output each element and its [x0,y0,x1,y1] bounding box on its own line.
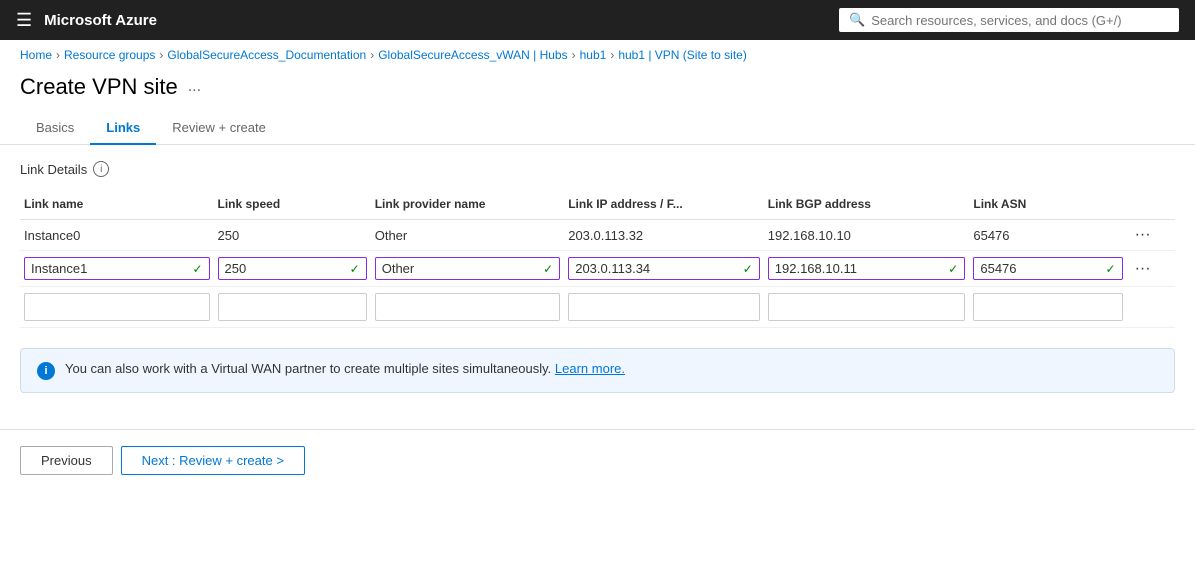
app-title: Microsoft Azure [44,12,827,29]
row2-ip-input-wrapper[interactable] [568,293,760,321]
row0-actions: ··· [1127,220,1175,251]
col-header-link-bgp: Link BGP address [764,189,970,220]
row1-provider-cell: ✓ [371,251,565,287]
row1-actions: ··· [1127,251,1175,287]
col-header-link-provider: Link provider name [371,189,565,220]
row2-name-input[interactable] [31,300,203,315]
tab-bar: Basics Links Review + create [0,112,1195,145]
row0-asn: 65476 [969,220,1126,251]
previous-button[interactable]: Previous [20,446,113,475]
row0-bgp: 192.168.10.10 [764,220,970,251]
row1-bgp-check-icon: ✓ [948,262,958,276]
row1-name-input-wrapper[interactable]: ✓ [24,257,210,280]
section-label: Link Details i [20,161,1175,177]
tab-links[interactable]: Links [90,112,156,145]
hamburger-icon[interactable]: ☰ [16,10,32,31]
row2-bgp-input[interactable] [775,300,959,315]
row2-asn-cell [969,287,1126,328]
footer: Previous Next : Review + create > [0,429,1195,491]
col-header-link-ip: Link IP address / F... [564,189,764,220]
row2-asn-input-wrapper[interactable] [973,293,1122,321]
row2-speed-cell [214,287,371,328]
row2-bgp-cell [764,287,970,328]
link-details-label: Link Details [20,162,87,177]
page-title: Create VPN site [20,74,178,100]
info-banner: i You can also work with a Virtual WAN p… [20,348,1175,393]
breadcrumb-gsa-docs[interactable]: GlobalSecureAccess_Documentation [167,48,366,62]
tab-review-create[interactable]: Review + create [156,112,282,145]
row1-provider-check-icon: ✓ [543,262,553,276]
col-header-link-asn: Link ASN [969,189,1126,220]
table-row: Instance0 250 Other 203.0.113.32 192.168… [20,220,1175,251]
row2-provider-cell [371,287,565,328]
info-banner-icon: i [37,362,55,380]
link-table: Link name Link speed Link provider name … [20,189,1175,328]
row2-ip-cell [564,287,764,328]
table-row: ✓ ✓ ✓ [20,251,1175,287]
info-banner-text: You can also work with a Virtual WAN par… [65,361,625,376]
row1-speed-check-icon: ✓ [350,262,360,276]
breadcrumb: Home › Resource groups › GlobalSecureAcc… [0,40,1195,70]
row2-ip-input[interactable] [575,300,753,315]
breadcrumb-gsa-vwan[interactable]: GlobalSecureAccess_vWAN | Hubs [378,48,567,62]
col-header-link-speed: Link speed [214,189,371,220]
row2-bgp-input-wrapper[interactable] [768,293,966,321]
info-icon[interactable]: i [93,161,109,177]
row1-dots-menu[interactable]: ··· [1131,260,1155,277]
row2-actions [1127,287,1175,328]
row1-asn-check-icon: ✓ [1106,262,1116,276]
page-header: Create VPN site ... [0,70,1195,112]
row1-speed-input-wrapper[interactable]: ✓ [218,257,367,280]
row1-name-check-icon: ✓ [192,262,202,276]
row1-ip-check-icon: ✓ [743,262,753,276]
table-header-row: Link name Link speed Link provider name … [20,189,1175,220]
info-banner-link[interactable]: Learn more. [555,361,625,376]
breadcrumb-resource-groups[interactable]: Resource groups [64,48,155,62]
row1-name-input[interactable] [31,261,188,276]
breadcrumb-home[interactable]: Home [20,48,52,62]
search-icon: 🔍 [849,12,865,28]
row1-asn-input-wrapper[interactable]: ✓ [973,257,1122,280]
row1-provider-input-wrapper[interactable]: ✓ [375,257,561,280]
row1-ip-input[interactable] [575,261,738,276]
row0-dots-menu[interactable]: ··· [1131,226,1155,243]
page-more-button[interactable]: ... [188,78,201,96]
row1-ip-input-wrapper[interactable]: ✓ [568,257,760,280]
row2-provider-input-wrapper[interactable] [375,293,561,321]
row1-provider-input[interactable] [382,261,539,276]
row1-speed-cell: ✓ [214,251,371,287]
row1-bgp-input-wrapper[interactable]: ✓ [768,257,966,280]
row1-bgp-input[interactable] [775,261,945,276]
breadcrumb-vpn[interactable]: hub1 | VPN (Site to site) [618,48,747,62]
col-header-link-name: Link name [20,189,214,220]
row0-name: Instance0 [20,220,214,251]
row1-asn-cell: ✓ [969,251,1126,287]
breadcrumb-hub1[interactable]: hub1 [580,48,607,62]
row2-name-input-wrapper[interactable] [24,293,210,321]
next-button[interactable]: Next : Review + create > [121,446,305,475]
row2-name-cell [20,287,214,328]
row2-speed-input-wrapper[interactable] [218,293,367,321]
row2-asn-input[interactable] [980,300,1115,315]
tab-basics[interactable]: Basics [20,112,90,145]
topbar: ☰ Microsoft Azure 🔍 [0,0,1195,40]
row0-ip: 203.0.113.32 [564,220,764,251]
search-box[interactable]: 🔍 [839,8,1179,32]
main-content: Link Details i Link name Link speed Link… [0,145,1195,429]
col-header-actions [1127,189,1175,220]
row1-name-cell: ✓ [20,251,214,287]
row0-speed: 250 [214,220,371,251]
row0-provider: Other [371,220,565,251]
row2-speed-input[interactable] [225,300,360,315]
row1-ip-cell: ✓ [564,251,764,287]
row1-bgp-cell: ✓ [764,251,970,287]
row1-asn-input[interactable] [980,261,1101,276]
table-row [20,287,1175,328]
search-input[interactable] [871,13,1169,28]
row2-provider-input[interactable] [382,300,554,315]
row1-speed-input[interactable] [225,261,346,276]
